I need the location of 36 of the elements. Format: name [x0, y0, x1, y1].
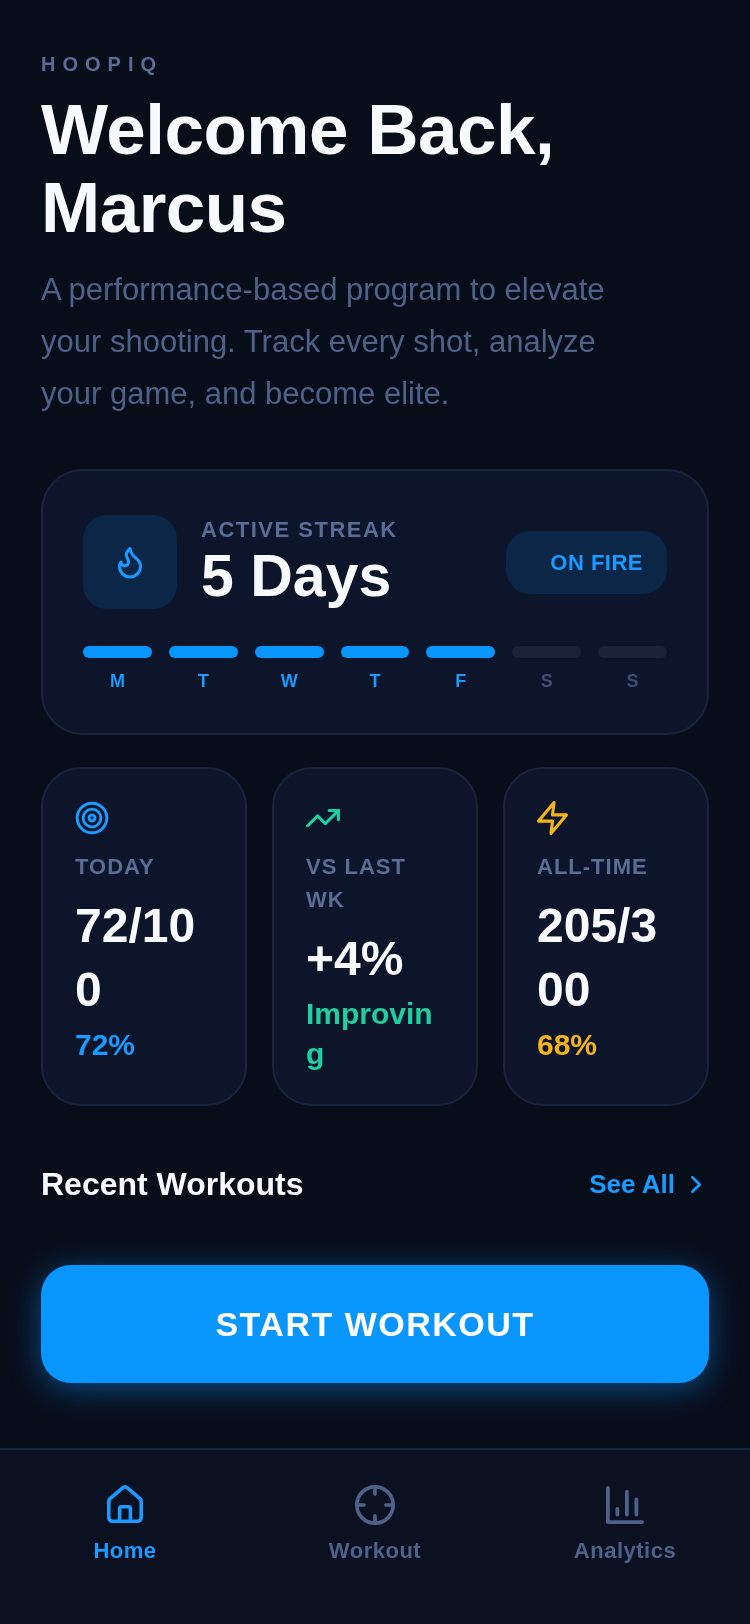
day-label: T	[196, 670, 210, 692]
stat-value: 205/300	[537, 898, 659, 1018]
start-workout-button[interactable]: START WORKOUT	[41, 1265, 709, 1383]
stat-detail: 72%	[75, 1027, 137, 1063]
day-label: M	[108, 670, 126, 692]
stat-label: VS LAST WK	[306, 853, 407, 914]
stat-label: TODAY	[75, 853, 156, 881]
day-label: S	[625, 670, 640, 692]
nav-tab[interactable]: Analytics	[500, 1450, 750, 1624]
lightning-icon	[537, 801, 568, 835]
brand-name: HOOPIQ	[41, 52, 164, 76]
section-title: Recent Workouts	[41, 1165, 304, 1204]
trend-up-icon	[306, 808, 340, 828]
stat-label: ALL-TIME	[537, 853, 649, 881]
bar-chart-icon	[606, 1486, 644, 1524]
streak-value: 5 Days	[201, 544, 393, 608]
target-icon	[75, 801, 109, 835]
intro-text: A performance-based program to elevate your shooting. Track every shot, analyze your game, and become elite.	[41, 271, 606, 413]
stat-value: +4%	[306, 931, 405, 987]
streak-label: ACTIVE STREAK	[201, 516, 399, 544]
day-label: T	[368, 670, 382, 692]
day-label: W	[279, 670, 299, 692]
crosshair-icon	[355, 1485, 395, 1525]
nav-tab[interactable]: Home	[0, 1450, 250, 1624]
stat-value: 72/100	[75, 898, 197, 1018]
nav-tab[interactable]: Workout	[250, 1450, 500, 1624]
chevron-right-icon	[691, 1175, 701, 1193]
day-label: S	[539, 670, 554, 692]
flame-icon	[83, 515, 177, 609]
stat-detail: 68%	[537, 1027, 599, 1063]
status-badge: ON FIRE	[506, 530, 667, 594]
home-icon	[107, 1485, 143, 1525]
day-label: F	[454, 670, 468, 692]
stat-detail: Improving	[306, 996, 434, 1072]
welcome-title: Welcome Back, Marcus	[41, 91, 556, 247]
see-all-link[interactable]: See All	[589, 1167, 709, 1201]
